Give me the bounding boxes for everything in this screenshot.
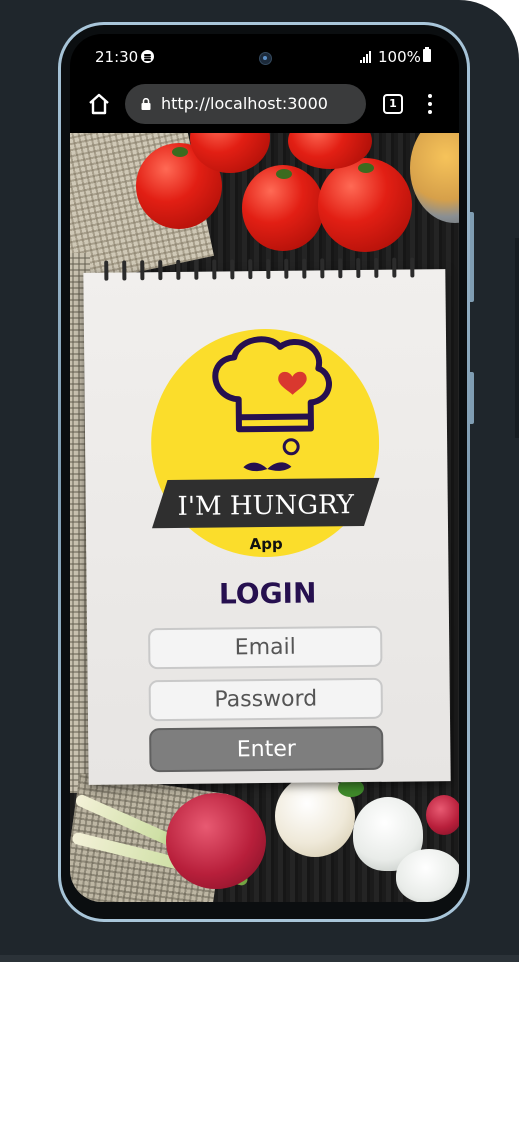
spiral-ring xyxy=(410,257,415,278)
menu-icon[interactable] xyxy=(428,94,432,114)
url-bar[interactable]: http://localhost:3000 xyxy=(125,84,366,124)
spiral-ring xyxy=(158,260,163,281)
background-stem xyxy=(172,147,188,157)
login-page: I'M HUNGRY App LOGIN Enter xyxy=(70,133,459,902)
spiral-ring xyxy=(356,258,361,279)
spiral-ring xyxy=(230,259,235,280)
spiral-ring xyxy=(302,258,307,279)
spiral-ring xyxy=(284,258,289,279)
login-title: LOGIN xyxy=(218,576,317,611)
enter-button[interactable]: Enter xyxy=(149,725,384,773)
spiral-ring xyxy=(248,259,253,280)
url-text: http://localhost:3000 xyxy=(161,94,328,113)
spiral-ring xyxy=(104,260,109,281)
spiral-ring xyxy=(374,257,379,278)
spiral-ring xyxy=(122,260,127,281)
volume-button xyxy=(470,212,474,302)
spiral-ring xyxy=(194,259,199,280)
hat-band xyxy=(238,413,311,421)
spiral-ring xyxy=(176,259,181,280)
camera-icon xyxy=(259,52,272,65)
background-bowl xyxy=(410,133,459,223)
browser-toolbar: http://localhost:3000 1 xyxy=(70,80,459,133)
spiral-ring xyxy=(212,259,217,280)
background-eggshell xyxy=(396,849,459,902)
logo-title: I'M HUNGRY xyxy=(177,490,354,522)
spiral-ring xyxy=(320,258,325,279)
tabs-icon[interactable]: 1 xyxy=(383,94,403,114)
login-card: I'M HUNGRY App LOGIN Enter xyxy=(83,257,451,785)
home-icon[interactable] xyxy=(87,92,111,116)
background-stem xyxy=(276,169,292,179)
spiral-ring xyxy=(266,258,271,279)
spotify-icon xyxy=(141,50,154,63)
app-logo: I'M HUNGRY App xyxy=(151,329,380,558)
background-radish xyxy=(166,793,266,889)
spiral-ring xyxy=(392,257,397,278)
device-edge xyxy=(0,955,519,962)
spiral-ring xyxy=(140,260,145,281)
lock-icon xyxy=(141,98,151,110)
background-stem xyxy=(358,163,374,173)
signal-icon xyxy=(360,51,374,63)
battery-icon xyxy=(423,47,431,62)
phone-screen: 21:30 100% http://localhost:3000 1 I'M H… xyxy=(70,34,459,902)
battery-percent: 100% xyxy=(378,48,421,66)
password-input[interactable] xyxy=(148,677,384,722)
background-radish xyxy=(426,795,459,835)
power-button xyxy=(470,372,474,424)
device-side-rail xyxy=(515,238,519,438)
spiral-ring xyxy=(338,258,343,279)
logo-subtitle: App xyxy=(250,535,284,553)
status-time: 21:30 xyxy=(95,48,139,66)
email-input[interactable] xyxy=(148,625,383,670)
status-bar: 21:30 100% xyxy=(70,34,459,80)
